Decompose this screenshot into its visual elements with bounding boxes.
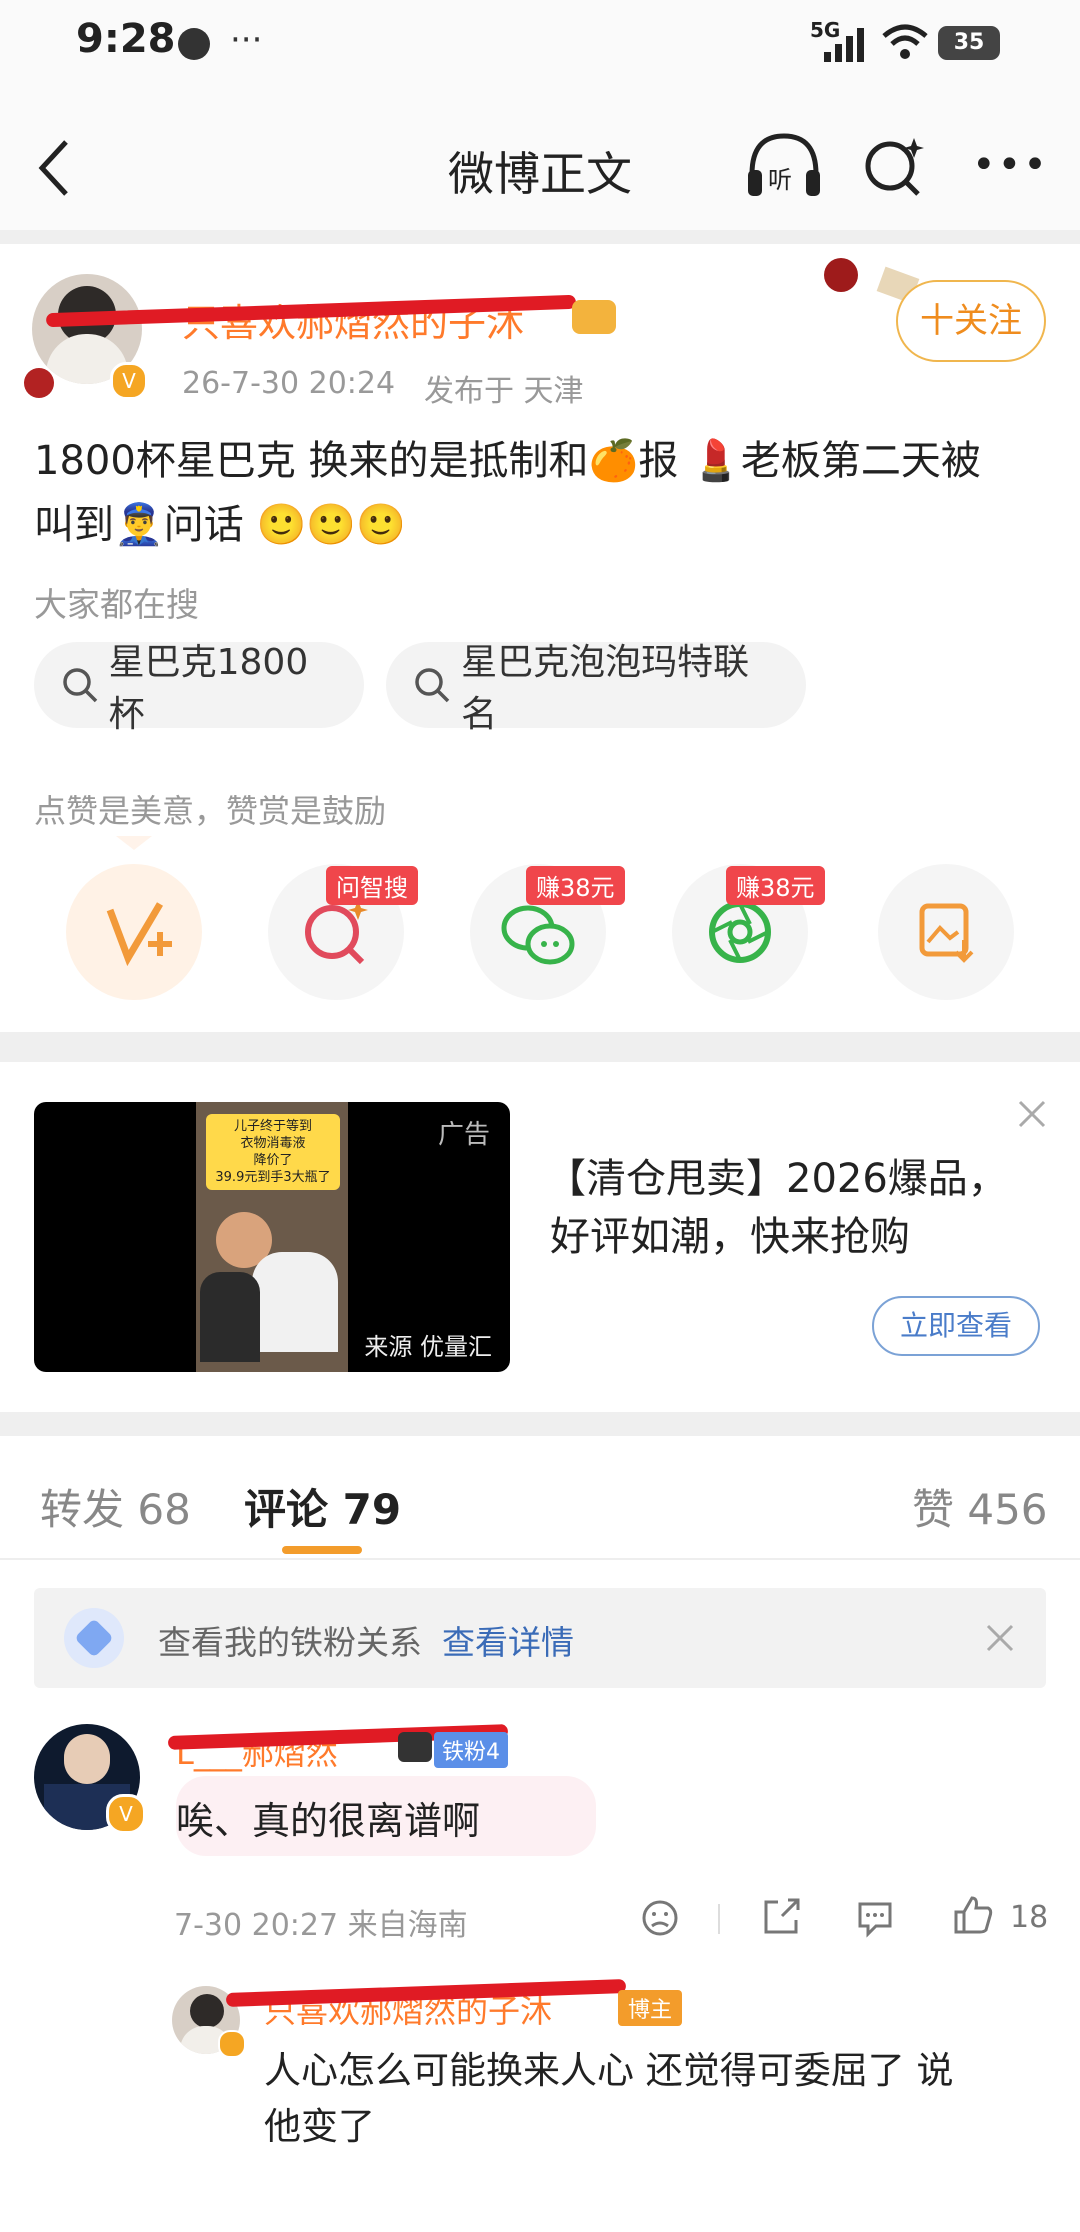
divider — [0, 1032, 1080, 1062]
ai-search-icon[interactable] — [862, 130, 926, 200]
search-tag[interactable]: 星巴克1800杯 — [34, 642, 364, 735]
comment-text: 唉、真的很离谱啊 — [176, 1799, 481, 1843]
post-text-line1: 1800杯星巴克 换来的是抵制和🍊报 💄老板第二天被 — [34, 438, 981, 484]
wifi-icon — [882, 24, 928, 59]
divider — [0, 230, 1080, 244]
ad-title-line2: 好评如潮，快来抢购 — [550, 1214, 910, 1260]
post-text-line2: 叫到👮‍♂️问话 🙂🙂🙂 — [34, 502, 406, 548]
verified-badge-icon: V — [110, 362, 148, 400]
share-icon[interactable] — [760, 1896, 802, 1938]
close-banner-icon[interactable] — [980, 1618, 1020, 1658]
like-thumb-icon[interactable] — [950, 1894, 994, 1938]
more-options-icon[interactable]: ••• — [972, 142, 1049, 188]
view-now-label: 立即查看 — [899, 1309, 1012, 1342]
crown-badge-icon — [398, 1732, 432, 1762]
view-now-button[interactable]: 立即查看 — [872, 1296, 1040, 1356]
save-image-icon — [919, 903, 974, 963]
action-badge: 赚38元 — [526, 866, 625, 905]
search-tag-label: 星巴克1800杯 — [108, 642, 309, 735]
reply-comment-icon[interactable] — [854, 1896, 896, 1938]
thumb-caption-2: 衣物消毒液 — [240, 1136, 306, 1151]
post-card: V 只喜欢郝熠然的子沐 26-7-30 20:24 发布于 天津 十关注 180… — [0, 244, 1080, 1032]
thumb-caption-4: 39.9元到手3大瓶了 — [215, 1170, 331, 1185]
crown-badge-icon — [572, 300, 616, 334]
tab-comment[interactable]: 评论 79 — [244, 1476, 401, 1537]
fan-banner-link[interactable]: 查看详情 — [442, 1616, 574, 1664]
headphones-listen-icon[interactable]: 听 — [744, 130, 824, 200]
status-bar: 9:28 ··· 5G 35 — [0, 0, 1080, 90]
comment-like-count: 18 — [1010, 1900, 1049, 1935]
follow-button[interactable]: 十关注 — [896, 280, 1046, 362]
pointer-triangle — [116, 836, 152, 850]
tab-active-indicator — [282, 1546, 362, 1554]
reply-text-line1: 人心怎么可能换来人心 还觉得可委屈了 说 — [264, 2049, 954, 2092]
comments-section: 转发 68 评论 79 赞 456 查看我的铁粉关系 查看详情 V L___郝熠… — [0, 1436, 1080, 2232]
author-badge: 博主 — [618, 1990, 683, 2026]
battery-icon: 35 — [938, 26, 1000, 60]
reply-text-line2: 他变了 — [264, 2105, 375, 2148]
action-badge: 赚38元 — [726, 866, 825, 905]
divider — [718, 1904, 720, 1934]
clock-icon — [178, 28, 210, 60]
save-image-button[interactable] — [878, 864, 1014, 1000]
tab-repost[interactable]: 转发 68 — [40, 1476, 191, 1537]
search-icon — [415, 668, 450, 703]
post-time: 26-7-30 20:24 — [182, 366, 396, 401]
reward-button[interactable] — [66, 864, 202, 1000]
divider — [0, 1412, 1080, 1436]
search-tag[interactable]: 星巴克泡泡玛特联名 — [386, 642, 806, 735]
fan-level-badge: 铁粉4 — [434, 1732, 508, 1768]
tab-like[interactable]: 赞 456 — [912, 1476, 1048, 1537]
signal-icon — [824, 28, 864, 62]
status-time: 9:28 — [76, 16, 176, 62]
search-tag-label: 星巴克泡泡玛特联名 — [461, 642, 750, 735]
action-badge: 问智搜 — [326, 866, 418, 905]
fan-banner-text: 查看我的铁粉关系 — [158, 1623, 422, 1662]
top-nav: 微博正文 听 ••• — [0, 90, 1080, 230]
more-dots-icon: ··· — [230, 20, 263, 60]
ad-video-thumbnail[interactable]: 儿子终于等到 衣物消毒液 降价了 39.9元到手3大瓶了 广告 来源 优量汇 — [34, 1102, 510, 1372]
ad-title-line1: 【清仓甩卖】2026爆品， — [546, 1156, 1008, 1202]
battery-level: 35 — [953, 30, 985, 55]
verified-badge-icon — [218, 2030, 246, 2058]
close-ad-icon[interactable] — [1012, 1094, 1052, 1134]
post-location: 发布于 天津 — [424, 374, 584, 409]
verified-badge-icon: V — [106, 1794, 146, 1834]
ad-tag: 广告 — [437, 1120, 490, 1150]
thumb-caption-3: 降价了 — [253, 1153, 293, 1168]
ad-source: 来源 优量汇 — [364, 1333, 492, 1361]
encourage-text: 点赞是美意，赞赏是鼓励 — [34, 792, 387, 830]
search-icon — [63, 668, 98, 703]
search-section-title: 大家都在搜 — [34, 585, 199, 624]
svg-text:听: 听 — [768, 166, 792, 194]
fan-relation-banner[interactable]: 查看我的铁粉关系 查看详情 — [34, 1588, 1046, 1688]
rose-decoration-icon — [24, 368, 54, 398]
ad-card[interactable]: 儿子终于等到 衣物消毒液 降价了 39.9元到手3大瓶了 广告 来源 优量汇 【… — [0, 1062, 1080, 1412]
thumb-caption-1: 儿子终于等到 — [233, 1119, 312, 1134]
reward-v-plus-icon — [106, 902, 172, 967]
divider — [0, 1558, 1080, 1560]
diamond-badge-icon — [64, 1608, 124, 1668]
follow-label: 十关注 — [920, 301, 1022, 341]
dislike-face-icon[interactable] — [640, 1898, 680, 1938]
comment-time-location: 7-30 20:27 来自海南 — [174, 1908, 468, 1943]
